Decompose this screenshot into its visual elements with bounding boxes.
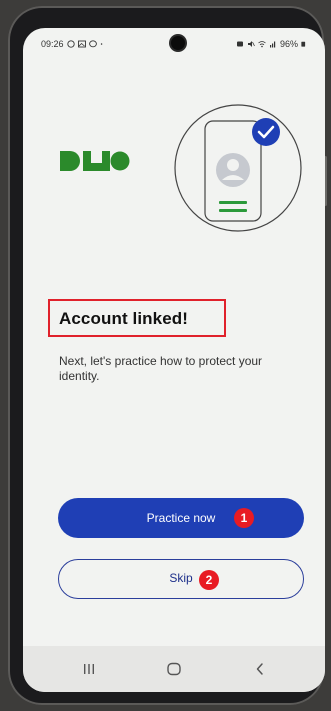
mute-icon — [247, 41, 255, 47]
battery-icon — [301, 41, 306, 47]
home-icon — [167, 662, 181, 676]
app-screen: 09:26 96% Account linked! Next, let's pr… — [23, 28, 325, 692]
skip-label: Skip — [169, 571, 193, 585]
recents-button[interactable] — [74, 657, 104, 681]
page-title: Account linked! — [59, 309, 189, 328]
skip-button[interactable]: Skip — [58, 559, 304, 599]
front-camera — [171, 36, 185, 50]
dot-icon — [100, 43, 102, 45]
status-bar: 09:26 96% — [23, 28, 325, 60]
messenger-icon — [88, 40, 97, 48]
recents-icon — [84, 664, 94, 674]
phone-illustration — [174, 104, 302, 232]
home-button[interactable] — [159, 657, 189, 681]
back-icon — [256, 663, 263, 675]
alarm-icon — [236, 41, 243, 47]
back-button[interactable] — [245, 657, 275, 681]
status-time: 09:26 — [41, 39, 64, 49]
gallery-icon — [77, 40, 86, 48]
duo-logo — [60, 151, 130, 171]
navigation-bar — [23, 646, 325, 692]
status-right: 96% — [236, 39, 307, 49]
whatsapp-icon — [66, 40, 75, 48]
practice-now-button[interactable]: Practice now — [58, 498, 304, 538]
signal-icon — [269, 41, 276, 48]
annotation-badge-2: 2 — [199, 570, 219, 590]
description-text: Next, let's practice how to protect your… — [59, 354, 263, 383]
battery-percent: 96% — [279, 39, 298, 49]
phone-frame: 09:26 96% Account linked! Next, let's pr… — [8, 6, 327, 705]
annotation-badge-1: 1 — [234, 508, 254, 528]
practice-now-label: Practice now — [146, 511, 216, 525]
wifi-icon — [258, 41, 266, 48]
status-left: 09:26 — [41, 39, 105, 49]
